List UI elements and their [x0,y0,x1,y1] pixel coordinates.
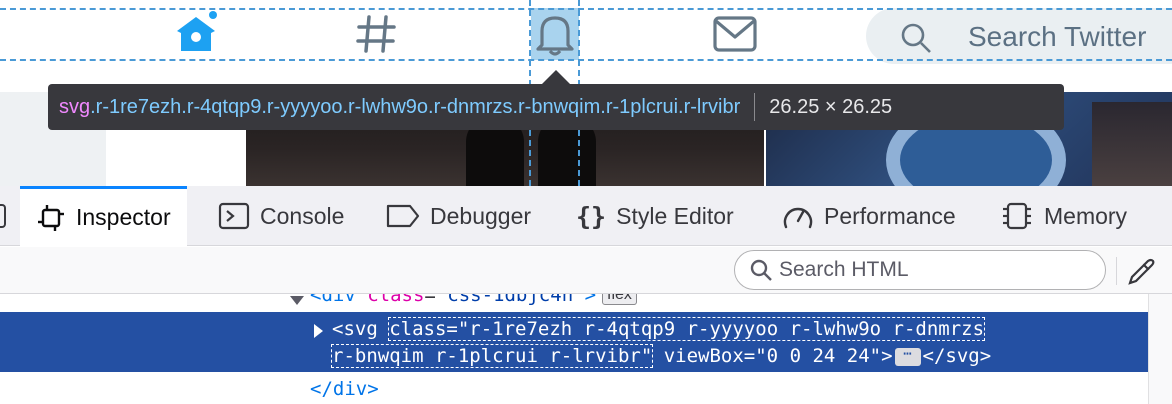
search-placeholder: Search Twitter [968,21,1147,52]
attr-value: "css-1dbjc4n" [435,294,585,306]
debugger-icon [386,203,420,229]
element-picker-icon[interactable] [0,204,6,228]
infobar-arrow [542,70,570,84]
highlighter-guide-top [0,8,1172,10]
svg-viewbox-attribute: viewBox="0 0 24 24"> [652,345,893,367]
tag-close: </svg> [922,345,992,367]
search-icon [749,258,773,282]
tab-inspector[interactable]: Inspector [20,186,187,246]
search-icon [900,22,932,59]
expand-children-ellipsis[interactable]: ⋯ [894,347,921,366]
style-editor-icon: {} [576,201,607,231]
tab-performance-label: Performance [824,202,956,229]
attr-name: class [367,294,425,306]
memory-icon [1000,201,1034,231]
markup-view: <div class="css-1dbjc4n"> flex <svg class… [0,294,1148,404]
search-html-input[interactable]: Search HTML [734,250,1106,290]
tag-close: > [584,294,597,306]
svg-class-attribute[interactable]: class="r-1re7ezh r-4qtqp9 r-yyyyoo r-lwh… [388,317,986,341]
tag-open: <div [310,294,368,306]
performance-icon [782,201,814,231]
tab-debugger[interactable]: Debugger [386,186,531,246]
highlighter-guide-bottom [0,59,1172,61]
twitter-search-input[interactable]: Search Twitter [866,8,1172,64]
console-icon [218,202,250,230]
tab-style-editor[interactable]: {} Style Editor [576,186,734,246]
infobar-tag: svg [59,95,91,118]
toolbar-divider [1116,257,1117,285]
attr-eq: = [424,294,436,306]
tab-console-label: Console [260,202,345,229]
explore-hashtag-icon[interactable] [352,10,400,58]
markup-node-svg-selected[interactable]: <svg class="r-1re7ezh r-4qtqp9 r-yyyyoo … [0,312,1148,372]
home-icon[interactable] [172,10,220,58]
messages-envelope-icon[interactable] [711,10,759,58]
expanded-twisty-icon[interactable] [290,294,304,311]
tab-performance[interactable]: Performance [782,186,956,246]
closing-tag: </div> [310,378,379,400]
tab-memory-label: Memory [1044,202,1128,229]
infobar-dimensions: 26.25 × 26.25 [769,95,893,118]
tab-style-editor-label: Style Editor [616,202,734,229]
markup-scrollbar[interactable] [1148,294,1172,404]
flex-badge[interactable]: flex [602,294,637,305]
markup-node-div-close[interactable]: </div> [0,374,1148,400]
svg-class-attribute-cont[interactable]: r-bnwqim r-1plcrui r-lrvibr" [330,344,654,368]
highlighter-infobar: svg .r-1re7ezh.r-4qtqp9.r-yyyyoo.r-lwhw9o… [48,84,1064,130]
infobar-classes: .r-1re7ezh.r-4qtqp9.r-yyyyoo.r-lwhw9o.r-… [90,95,741,118]
tab-inspector-label: Inspector [76,204,171,230]
infobar-separator [754,93,756,121]
tag-open: <svg [332,318,390,340]
tab-console[interactable]: Console [218,186,344,246]
search-html-placeholder: Search HTML [779,258,909,281]
tab-memory[interactable]: Memory [1000,186,1127,246]
devtools-toolbar: Inspector Console Debugger {} Style Edit… [0,186,1172,246]
inspector-icon [36,203,66,233]
eyedropper-icon[interactable] [1124,255,1158,289]
notifications-bell-icon[interactable] [531,8,579,60]
photo-crowd [1092,102,1172,186]
collapsed-twisty-icon[interactable] [314,321,324,343]
devtools-panel: Inspector Console Debugger {} Style Edit… [0,186,1172,404]
tab-debugger-label: Debugger [430,202,532,229]
markup-search-bar: Search HTML [0,247,1172,294]
markup-node-div[interactable]: <div class="css-1dbjc4n"> flex [0,294,1148,310]
